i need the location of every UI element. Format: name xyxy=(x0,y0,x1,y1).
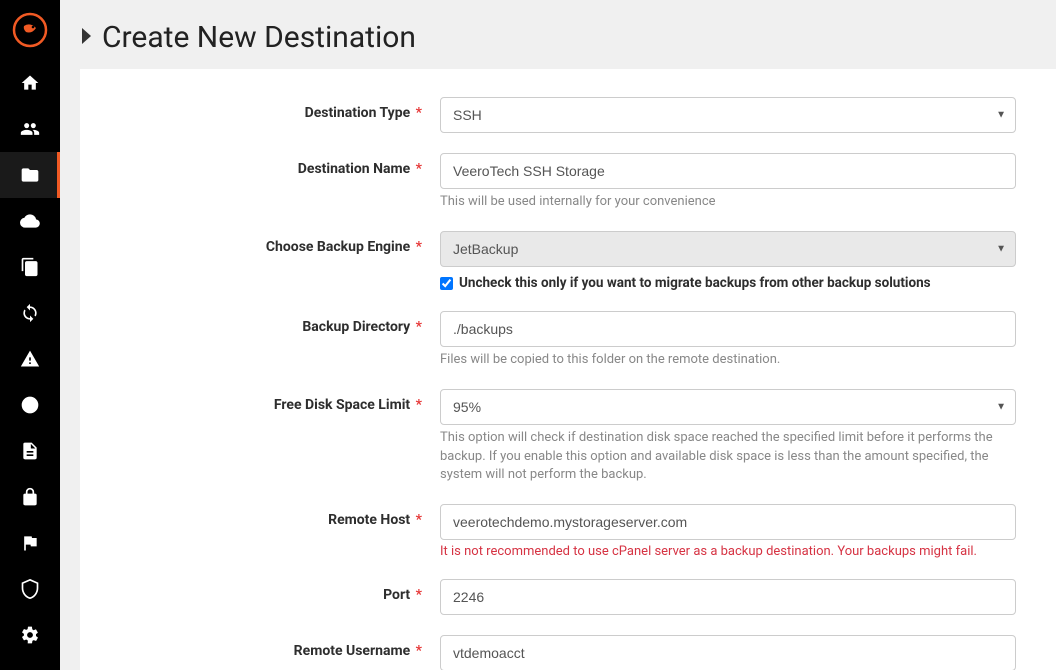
page-header: Create New Destination xyxy=(60,0,1056,69)
help-backup-directory: Files will be copied to this folder on t… xyxy=(440,351,1016,369)
nav-sync[interactable] xyxy=(0,290,60,336)
warn-remote-host: It is not recommended to use cPanel serv… xyxy=(440,544,1016,559)
nav-alert[interactable] xyxy=(0,336,60,382)
page-title: Create New Destination xyxy=(102,20,416,55)
shield-icon xyxy=(20,579,40,599)
select-disk-limit[interactable]: 95% xyxy=(440,389,1016,425)
nav-shield[interactable] xyxy=(0,566,60,612)
label-port: Port * xyxy=(120,579,440,615)
label-remote-host: Remote Host * xyxy=(120,504,440,559)
lock-icon xyxy=(20,487,40,507)
sync-icon xyxy=(20,303,40,323)
clock-icon xyxy=(20,395,40,415)
cloud-icon xyxy=(20,211,40,231)
nav-users[interactable] xyxy=(0,106,60,152)
select-destination-type[interactable]: SSH xyxy=(440,97,1016,133)
checkbox-migrate-input[interactable] xyxy=(440,277,453,290)
nav-doc[interactable] xyxy=(0,428,60,474)
home-icon xyxy=(20,73,40,93)
nav-settings[interactable] xyxy=(0,612,60,658)
gear-icon xyxy=(20,625,40,645)
nav-home[interactable] xyxy=(0,60,60,106)
nav-lock[interactable] xyxy=(0,474,60,520)
folder-icon xyxy=(20,165,40,185)
input-destination-name[interactable] xyxy=(440,153,1016,189)
nav-clock[interactable] xyxy=(0,382,60,428)
checkbox-migrate-backups[interactable]: Uncheck this only if you want to migrate… xyxy=(440,275,1016,291)
label-remote-username: Remote Username * xyxy=(120,635,440,670)
form-panel: Destination Type * SSH ▼ Destination Nam… xyxy=(80,69,1056,670)
label-backup-engine: Choose Backup Engine * xyxy=(120,231,440,291)
flag-icon xyxy=(20,533,40,553)
label-destination-name: Destination Name * xyxy=(120,153,440,211)
help-destination-name: This will be used internally for your co… xyxy=(440,193,1016,211)
input-remote-username[interactable] xyxy=(440,635,1016,670)
label-disk-limit: Free Disk Space Limit * xyxy=(120,389,440,484)
label-destination-type: Destination Type * xyxy=(120,97,440,133)
main: Create New Destination Destination Type … xyxy=(60,0,1056,670)
label-backup-directory: Backup Directory * xyxy=(120,311,440,369)
alert-icon xyxy=(20,349,40,369)
copy-icon xyxy=(20,257,40,277)
nav-copy[interactable] xyxy=(0,244,60,290)
logo xyxy=(0,0,60,60)
sidebar xyxy=(0,0,60,670)
input-backup-directory[interactable] xyxy=(440,311,1016,347)
select-backup-engine[interactable]: JetBackup xyxy=(440,231,1016,267)
input-port[interactable] xyxy=(440,579,1016,615)
input-remote-host[interactable] xyxy=(440,504,1016,540)
help-disk-limit: This option will check if destination di… xyxy=(440,429,1016,484)
nav-cloud[interactable] xyxy=(0,198,60,244)
document-icon xyxy=(20,441,40,461)
users-icon xyxy=(20,119,40,139)
nav-folder[interactable] xyxy=(0,152,60,198)
nav-flag[interactable] xyxy=(0,520,60,566)
breadcrumb-caret-icon xyxy=(80,26,94,50)
